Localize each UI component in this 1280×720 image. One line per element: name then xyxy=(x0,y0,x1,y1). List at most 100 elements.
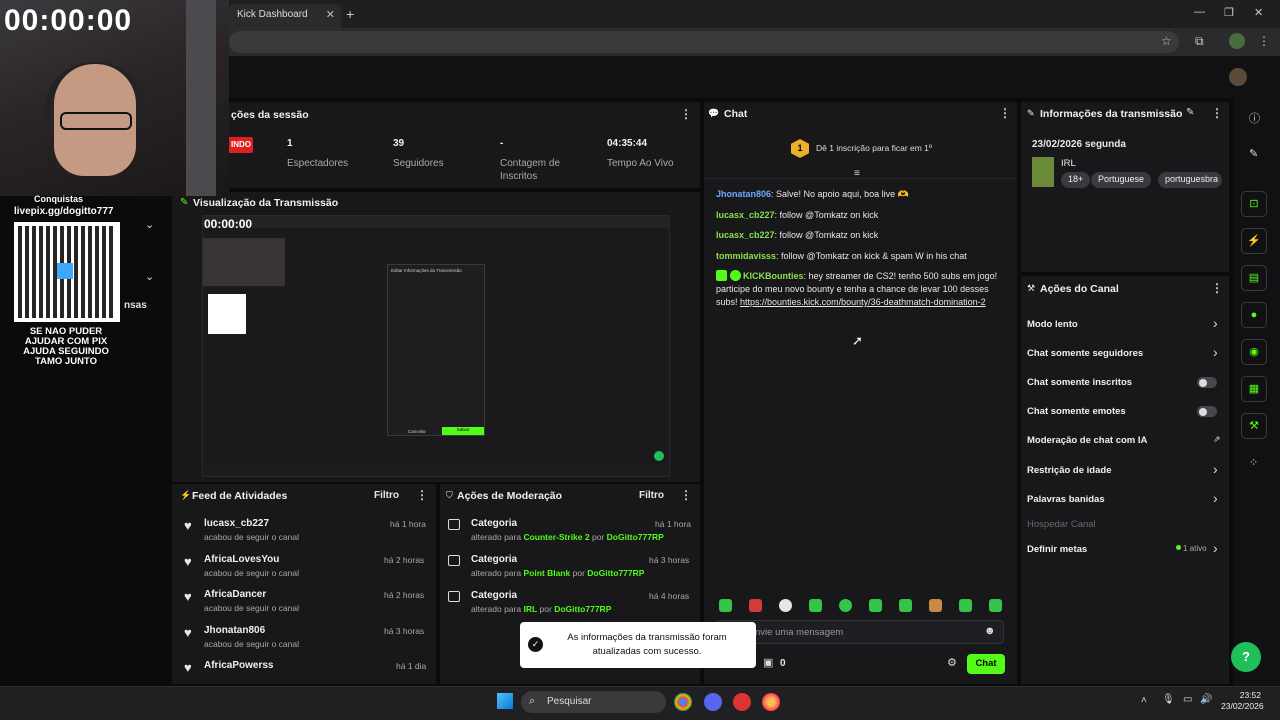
feed-user[interactable]: lucasx_cb227 xyxy=(204,518,269,529)
feed-user[interactable]: Jhonatan806 xyxy=(204,625,265,636)
chevron-down-icon[interactable]: ⌄ xyxy=(145,270,154,283)
chat-send-button[interactable]: Chat xyxy=(967,654,1005,674)
taskbar-search[interactable]: ⌕ Pesquisar xyxy=(521,691,666,713)
windows-start-icon[interactable] xyxy=(497,693,513,709)
chevron-down-icon[interactable]: ⌄ xyxy=(145,218,154,231)
sub-banner-text[interactable]: Dê 1 inscrição para ficar em 1º xyxy=(816,143,932,153)
chevron-right-icon[interactable]: › xyxy=(1213,344,1218,360)
new-tab-button[interactable]: + xyxy=(346,6,354,22)
action-banned-words[interactable]: Palavras banidas xyxy=(1027,494,1105,505)
lightning-icon: ⚡ xyxy=(180,490,192,500)
action-emotes-only: Chat somente emotes xyxy=(1027,406,1126,417)
emoji-icon[interactable]: ☻ xyxy=(984,625,996,637)
stat-followers: 39 Seguidores xyxy=(393,138,444,170)
apps-icon[interactable]: ⁘ xyxy=(1249,456,1258,469)
chevron-right-icon[interactable]: › xyxy=(1213,461,1218,477)
active-dot xyxy=(1176,545,1181,550)
volume-icon[interactable]: 🔊 xyxy=(1200,694,1212,705)
action-followers-only[interactable]: Chat somente seguidores xyxy=(1027,348,1143,359)
stream-preview-video[interactable]: 00:00:00 Editar Informações da Transmiss… xyxy=(202,215,670,477)
action-set-goals[interactable]: Definir metas xyxy=(1027,544,1087,555)
help-button[interactable]: ? xyxy=(1231,642,1261,672)
feed-time: há 2 horas xyxy=(384,555,425,565)
stream-info-panel: ✎ Informações da transmissão ✎ ⋮ 23/02/2… xyxy=(1021,102,1229,272)
gift-icon[interactable]: ▣ xyxy=(763,656,773,669)
rail-chat-button[interactable]: ● xyxy=(1241,302,1267,328)
minimize-button[interactable]: — xyxy=(1194,6,1205,18)
rail-wrench-button[interactable]: ⚒ xyxy=(1241,413,1267,439)
rail-clipboard-button[interactable]: ▤ xyxy=(1241,265,1267,291)
chevron-right-icon[interactable]: › xyxy=(1213,490,1218,506)
chevron-right-icon[interactable]: › xyxy=(1213,315,1218,331)
close-window-button[interactable]: ✕ xyxy=(1254,6,1263,19)
info-menu-icon[interactable]: ⋮ xyxy=(1211,106,1223,120)
actions-menu-icon[interactable]: ⋮ xyxy=(1211,281,1223,295)
chat-settings-icon[interactable]: ⚙ xyxy=(947,656,957,669)
chevron-right-icon[interactable]: › xyxy=(1213,540,1218,556)
preview-dialog-title: Editar Informações da Transmissão xyxy=(391,268,462,273)
emote-icon[interactable] xyxy=(719,599,732,612)
chat-menu-icon[interactable]: ⋮ xyxy=(999,106,1011,120)
session-menu-icon[interactable]: ⋮ xyxy=(680,107,692,121)
feed-menu-icon[interactable]: ⋮ xyxy=(416,488,428,502)
stat-label: Seguidores xyxy=(393,158,444,169)
emote-icon[interactable] xyxy=(779,599,792,612)
chrome-icon[interactable] xyxy=(674,693,692,711)
subs-only-toggle[interactable] xyxy=(1197,377,1217,388)
maximize-button[interactable]: ❐ xyxy=(1224,6,1234,19)
user-avatar[interactable] xyxy=(1229,68,1247,86)
tray-chevron-up-icon[interactable]: ˄ xyxy=(1141,695,1147,706)
chat-link[interactable]: https://bounties.kick.com/bounty/36-deat… xyxy=(740,297,986,307)
tab-close-icon[interactable]: ✕ xyxy=(326,8,335,21)
action-age-restriction[interactable]: Restrição de idade xyxy=(1027,465,1111,476)
firefox-icon[interactable] xyxy=(762,693,780,711)
moderation-filter-button[interactable]: Filtro xyxy=(639,490,664,501)
taskbar-clock[interactable]: 23:52 23/02/2026 xyxy=(1221,690,1264,712)
address-bar[interactable] xyxy=(229,31,1179,53)
info-icon[interactable]: ⓘ xyxy=(1249,110,1260,126)
stream-category[interactable]: IRL xyxy=(1061,158,1076,169)
feed-time: há 1 dia xyxy=(396,661,427,671)
profile-avatar[interactable] xyxy=(1229,33,1245,49)
browser-tab[interactable]: Kick Dashboard ✕ xyxy=(229,4,341,28)
feed-user[interactable]: AfricaLovesYou xyxy=(204,554,279,565)
discord-icon[interactable] xyxy=(704,693,722,711)
emote-icon[interactable] xyxy=(839,599,852,612)
edit-icon[interactable]: ✎ xyxy=(1186,107,1194,118)
emote-icon[interactable] xyxy=(989,599,1002,612)
extensions-icon[interactable]: ⧉ xyxy=(1195,34,1204,49)
chat-message: tommidavisss: follow @Tomkatz on kick & … xyxy=(716,251,967,261)
pencil-icon[interactable]: ✎ xyxy=(1249,147,1258,160)
emote-icon[interactable] xyxy=(749,599,762,612)
emotes-only-toggle[interactable] xyxy=(1197,406,1217,417)
browser-menu-icon[interactable]: ⋮ xyxy=(1258,34,1270,48)
rail-stream-button[interactable]: ⊡ xyxy=(1241,191,1267,217)
mouse-cursor: ➚ xyxy=(852,333,863,348)
rail-moderation-button[interactable]: ▦ xyxy=(1241,376,1267,402)
emote-icon[interactable] xyxy=(929,599,942,612)
info-title: Informações da transmissão xyxy=(1040,108,1183,120)
feed-filter-button[interactable]: Filtro xyxy=(374,490,399,501)
action-ai-moderation[interactable]: Moderação de chat com IA xyxy=(1027,435,1147,446)
emote-icon[interactable] xyxy=(809,599,822,612)
right-rail: ⓘ ✎ ⊡ ⚡ ▤ ● ◉ ▦ ⚒ ⁘ xyxy=(1233,98,1280,686)
preview-edit-dialog: Editar Informações da Transmissão Cancel… xyxy=(387,264,485,436)
emote-icon[interactable] xyxy=(869,599,882,612)
bookmark-star-icon[interactable]: ☆ xyxy=(1161,34,1172,48)
feed-user[interactable]: AfricaDancer xyxy=(204,589,266,600)
external-link-icon[interactable]: ⇗ xyxy=(1213,434,1221,445)
app-icon[interactable] xyxy=(733,693,751,711)
stat-label: Espectadores xyxy=(287,158,349,169)
rail-broadcast-button[interactable]: ◉ xyxy=(1241,339,1267,365)
stat-value: - xyxy=(500,138,504,149)
network-icon[interactable]: ▭ xyxy=(1183,694,1192,705)
rail-lightning-button[interactable]: ⚡ xyxy=(1241,228,1267,254)
feed-user[interactable]: AfricaPowerss xyxy=(204,660,273,671)
session-title: ções da sessão xyxy=(231,109,309,121)
moderation-menu-icon[interactable]: ⋮ xyxy=(680,488,692,502)
action-slow-mode[interactable]: Modo lento xyxy=(1027,319,1078,330)
chat-message-input[interactable]: nvie uma mensagem ☻ xyxy=(716,620,1004,644)
emote-icon[interactable] xyxy=(899,599,912,612)
microphone-icon[interactable]: 🎙 xyxy=(1162,694,1175,705)
emote-icon[interactable] xyxy=(959,599,972,612)
